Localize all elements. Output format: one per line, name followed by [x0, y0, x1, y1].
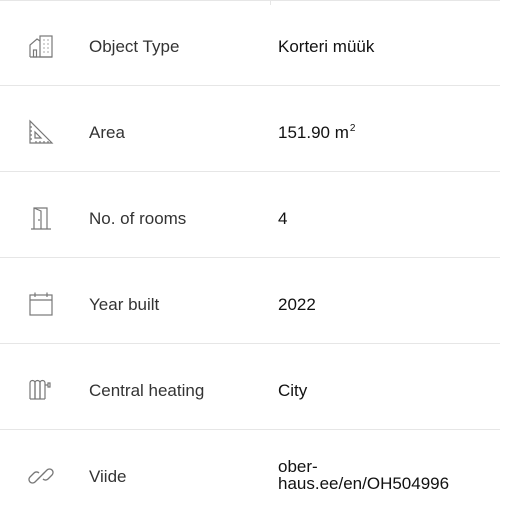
- set-square-icon: [28, 119, 54, 145]
- property-details-table: Object Type Korteri müük Area 151.90 m2 …: [0, 0, 516, 513]
- detail-value: 151.90 m2: [278, 123, 498, 143]
- detail-row-reference: Viide ober-haus.ee/en/OH504996: [0, 430, 500, 515]
- detail-label: Object Type: [89, 37, 180, 56]
- detail-value: 2022: [278, 295, 316, 314]
- detail-label: Central heating: [89, 381, 205, 400]
- detail-value: City: [278, 381, 308, 400]
- detail-row-rooms: No. of rooms 4: [0, 172, 500, 258]
- detail-row-area: Area 151.90 m2: [0, 86, 500, 172]
- detail-label: No. of rooms: [89, 209, 187, 228]
- detail-row-year-built: Year built 2022: [0, 258, 500, 344]
- link-icon: [28, 463, 54, 489]
- building-icon: [28, 33, 54, 59]
- detail-label: Year built: [89, 295, 160, 314]
- detail-label: Area: [89, 123, 125, 142]
- calendar-icon: [28, 291, 54, 317]
- radiator-icon: [28, 377, 54, 403]
- reference-line-2[interactable]: haus.ee/en/OH504996: [278, 474, 449, 493]
- detail-label: Viide: [89, 467, 127, 486]
- reference-link[interactable]: ober-haus.ee/en/OH504996: [278, 458, 498, 492]
- detail-row-object-type: Object Type Korteri müük: [0, 0, 500, 86]
- detail-row-heating: Central heating City: [0, 344, 500, 430]
- area-unit-superscript: 2: [349, 123, 356, 134]
- door-icon: [28, 205, 54, 231]
- detail-value: Korteri müük: [278, 37, 375, 56]
- area-value: 151.90 m: [278, 123, 349, 142]
- detail-value: 4: [278, 209, 288, 228]
